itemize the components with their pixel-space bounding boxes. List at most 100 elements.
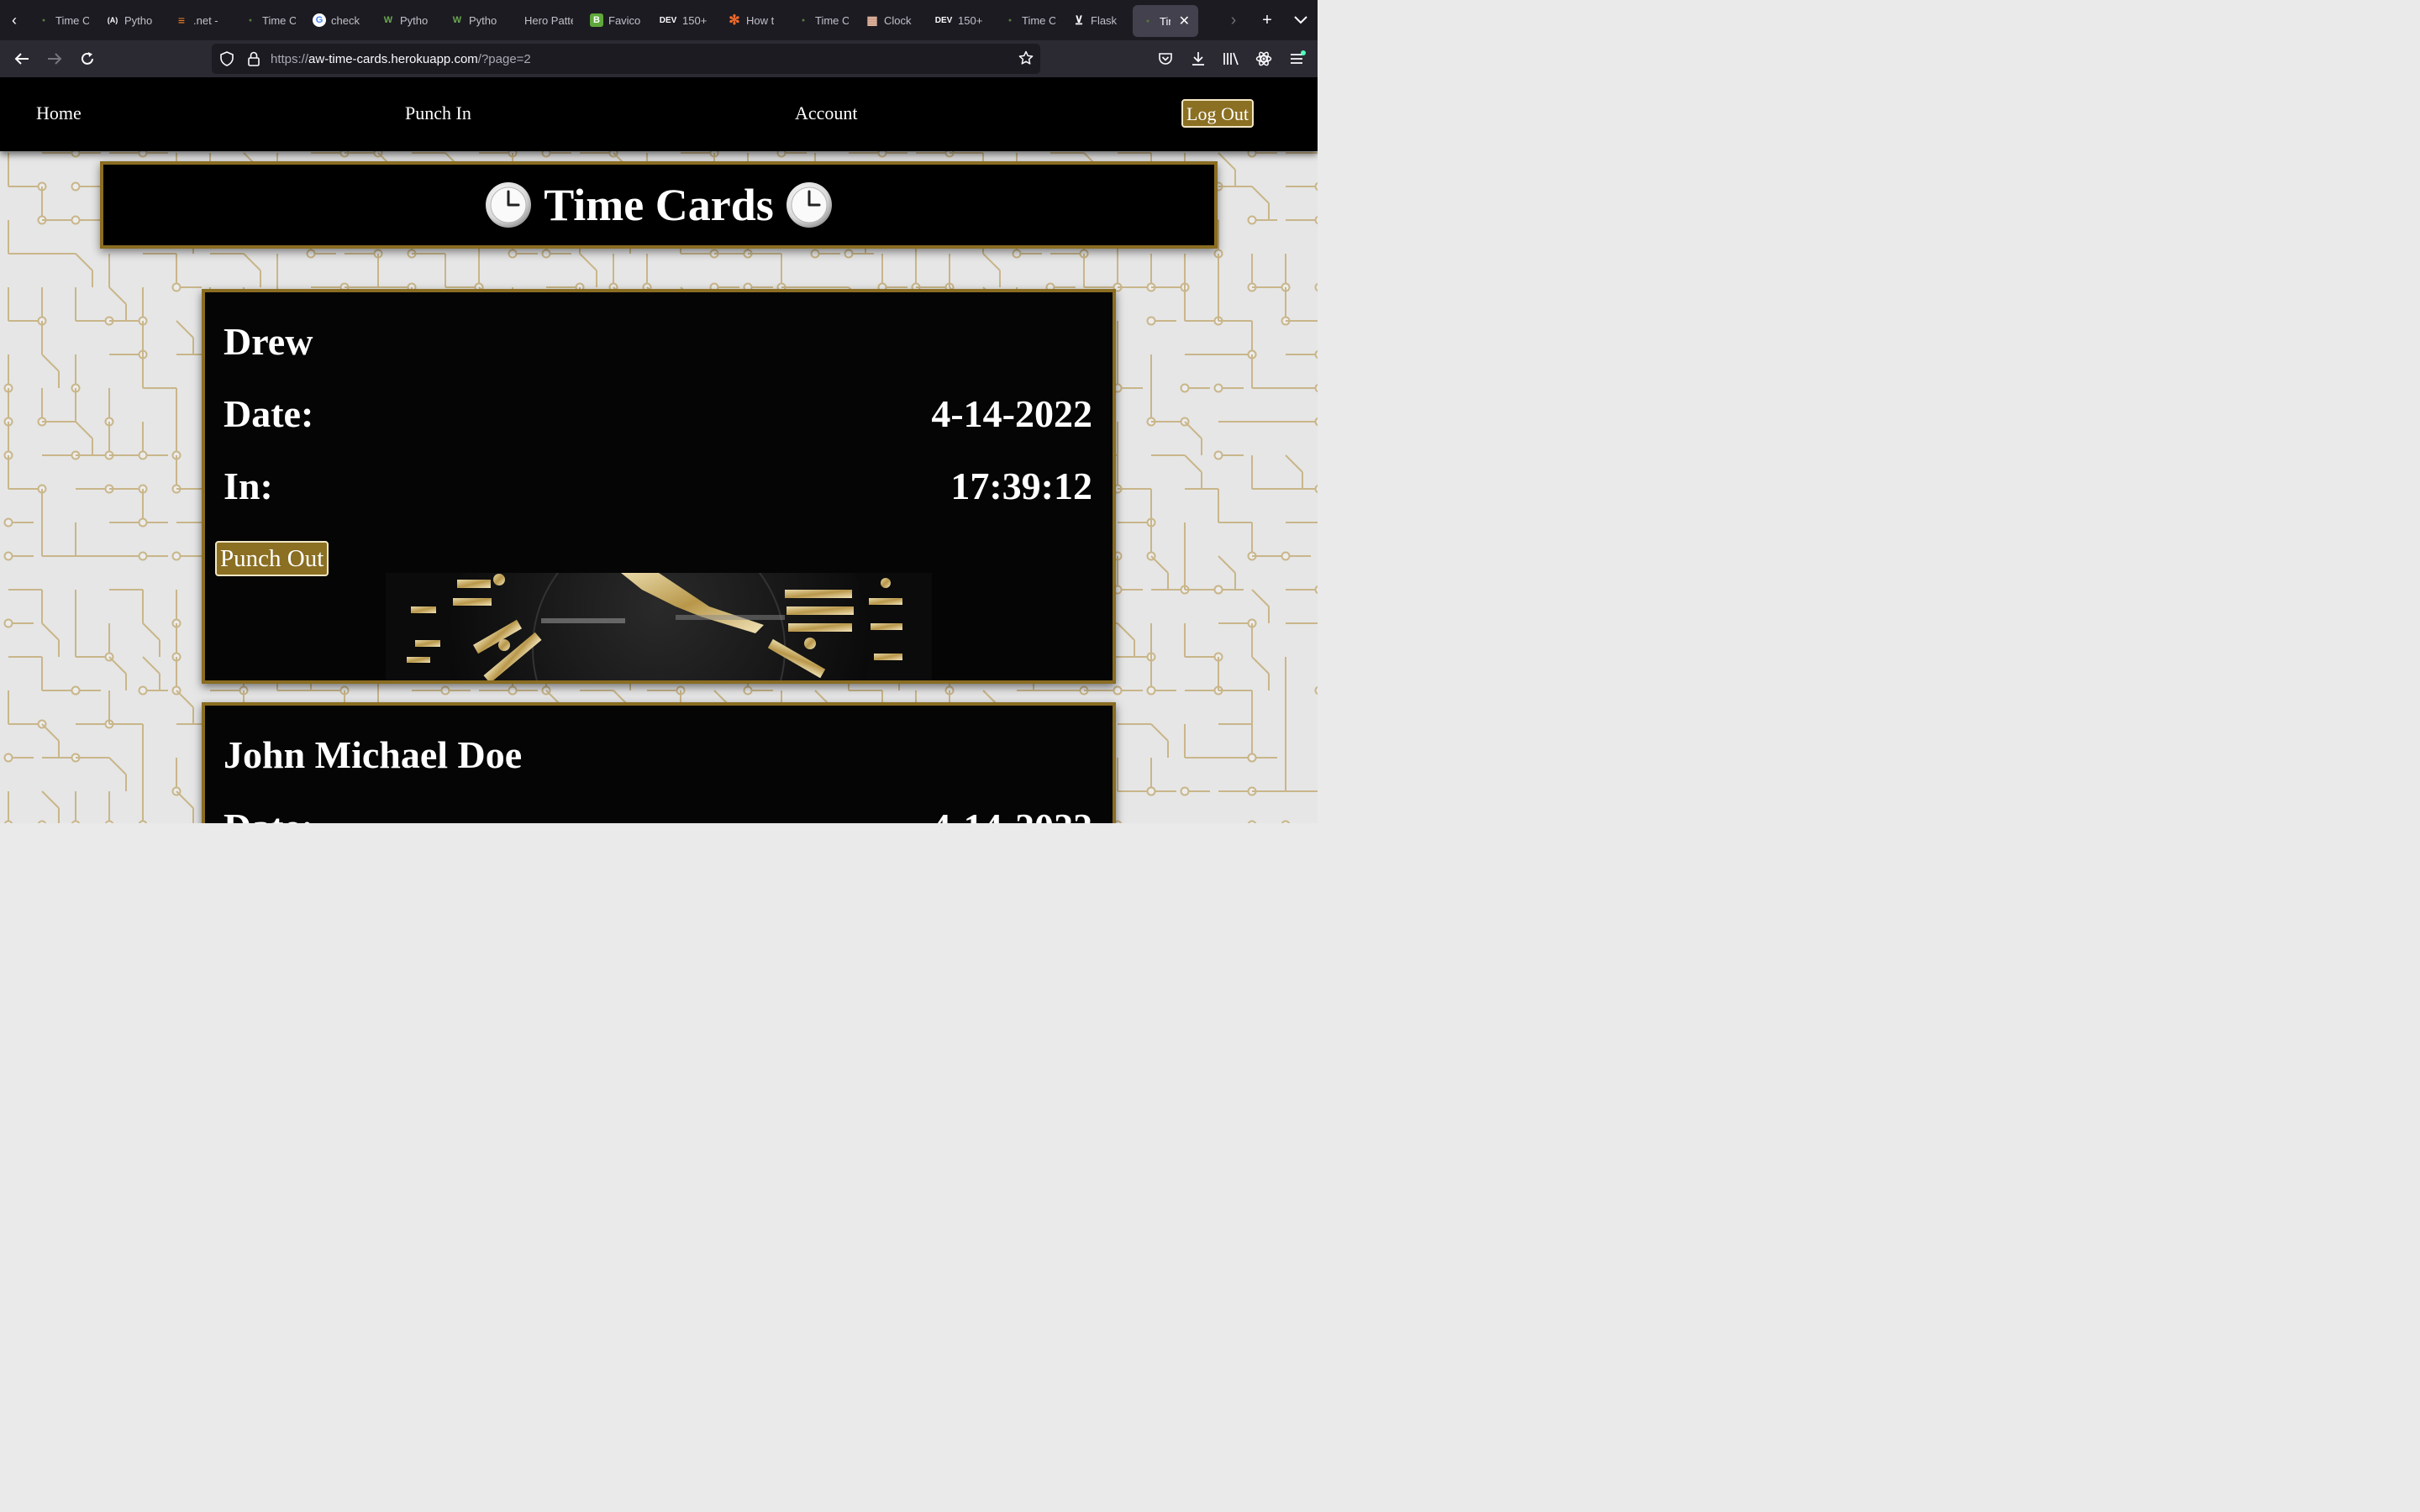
date-value: 4-14-2022 bbox=[931, 805, 1092, 823]
nav-account-link[interactable]: Account bbox=[795, 102, 858, 124]
browser-nav-bar: https://aw-time-cards.herokuapp.com/?pag… bbox=[0, 40, 1318, 77]
tab-strip: ● Time C (A) Pytho ≡ .net - ● Time C Gcheck W Pyth… bbox=[29, 0, 1198, 40]
page-title: Time Cards bbox=[544, 180, 774, 230]
browser-tab[interactable]: ⊻ Flask bbox=[1064, 3, 1133, 37]
tab-favicon-icon: ● bbox=[248, 17, 253, 24]
tab-title: Time C bbox=[262, 13, 296, 27]
tabbar-controls: › + bbox=[1217, 0, 1318, 40]
time-card: Drew Date: 4-14-2022 In: 17:39:12 Punch … bbox=[202, 289, 1116, 684]
tab-title: Hero Patte bbox=[524, 13, 573, 27]
tab-title: Time C bbox=[815, 13, 849, 27]
employee-name: John Michael Doe bbox=[224, 733, 523, 776]
library-icon[interactable] bbox=[1214, 40, 1247, 77]
tab-title: Pytho bbox=[400, 13, 429, 27]
browser-tab[interactable]: ▦ Clock bbox=[857, 3, 926, 37]
date-row: Date: 4-14-2022 bbox=[224, 805, 1092, 823]
browser-tab[interactable]: B Favico bbox=[581, 3, 650, 37]
punch-in-row: In: 17:39:12 bbox=[224, 464, 1092, 508]
browser-tab[interactable]: ✻ How t bbox=[719, 3, 788, 37]
date-label: Date: bbox=[224, 805, 313, 823]
log-out-button[interactable]: Log Out bbox=[1181, 99, 1254, 128]
tab-title: 150+ bbox=[682, 13, 708, 27]
tab-favicon-icon: W bbox=[452, 15, 462, 25]
url-text[interactable]: https://aw-time-cards.herokuapp.com/?pag… bbox=[271, 52, 531, 66]
punch-out-button[interactable]: Punch Out bbox=[215, 541, 329, 576]
tab-favicon-icon: ● bbox=[801, 17, 806, 24]
browser-tab[interactable]: W Pytho bbox=[373, 3, 442, 37]
tab-title: Time C bbox=[55, 13, 89, 27]
employee-name: Drew bbox=[224, 320, 313, 363]
bookmark-star-icon[interactable] bbox=[1018, 50, 1034, 70]
browser-tab[interactable]: ● Tim ✕ bbox=[1133, 5, 1198, 37]
tab-close-icon[interactable]: ✕ bbox=[1179, 13, 1190, 29]
tab-favicon-icon: ▦ bbox=[866, 13, 878, 27]
clock-icon bbox=[486, 182, 532, 228]
nav-punch-in-link[interactable]: Punch In bbox=[405, 102, 471, 124]
date-row: Date: 4-14-2022 bbox=[224, 391, 1092, 436]
tab-title: How t bbox=[746, 13, 775, 27]
app-menu-icon[interactable] bbox=[1280, 40, 1313, 77]
tab-favicon-icon: ● bbox=[1007, 17, 1013, 24]
browser-tab-bar: ‹ ● Time C (A) Pytho ≡ .net - ● Time C Gcheck W Py… bbox=[0, 0, 1318, 40]
shield-icon[interactable] bbox=[213, 51, 240, 66]
browser-tab[interactable]: DEV 150+ bbox=[926, 3, 995, 37]
tab-title: Favico bbox=[608, 13, 641, 27]
extensions-atom-icon[interactable] bbox=[1247, 40, 1280, 77]
url-path: /?page=2 bbox=[477, 51, 531, 66]
browser-tab[interactable]: ● Time C bbox=[235, 3, 304, 37]
clock-icon bbox=[786, 182, 832, 228]
reload-icon[interactable] bbox=[71, 40, 103, 77]
page-title-banner: Time Cards bbox=[100, 161, 1218, 249]
clock-face-art-image bbox=[386, 573, 932, 680]
in-label: In: bbox=[224, 465, 273, 507]
tab-favicon-icon: DEV bbox=[934, 15, 953, 25]
browser-tab[interactable]: Hero Patte bbox=[511, 3, 581, 37]
tab-scroll-right-icon[interactable]: › bbox=[1217, 0, 1250, 40]
lock-icon[interactable] bbox=[240, 51, 267, 66]
tab-title: Pytho bbox=[124, 13, 153, 27]
tab-favicon-icon: ≡ bbox=[177, 13, 186, 27]
browser-tab[interactable]: W Pytho bbox=[442, 3, 511, 37]
url-scheme: https:// bbox=[271, 51, 309, 66]
nav-home-link[interactable]: Home bbox=[36, 102, 82, 124]
tab-favicon-icon: ⊻ bbox=[1074, 13, 1084, 27]
tab-favicon-icon: W bbox=[383, 15, 393, 25]
browser-tab[interactable]: ≡ .net - bbox=[166, 3, 235, 37]
browser-tab[interactable]: ● Time C bbox=[788, 3, 857, 37]
browser-tab[interactable]: DEV 150+ bbox=[650, 3, 719, 37]
time-card: John Michael Doe Date: 4-14-2022 bbox=[202, 702, 1116, 823]
tab-title: check bbox=[331, 13, 360, 27]
browser-tab[interactable]: (A) Pytho bbox=[97, 3, 166, 37]
tab-favicon-icon: ● bbox=[41, 17, 46, 24]
browser-tab[interactable]: ● Time C bbox=[995, 3, 1064, 37]
tab-title: Pytho bbox=[469, 13, 497, 27]
url-bar[interactable]: https://aw-time-cards.herokuapp.com/?pag… bbox=[212, 44, 1040, 74]
date-label: Date: bbox=[224, 392, 314, 435]
update-badge bbox=[1301, 50, 1306, 55]
tab-title: .net - bbox=[193, 13, 218, 27]
tab-scroll-left-icon[interactable]: ‹ bbox=[0, 0, 29, 40]
tab-title: Time C bbox=[1022, 13, 1055, 27]
tab-favicon-icon: G bbox=[313, 13, 326, 27]
downloads-icon[interactable] bbox=[1181, 40, 1214, 77]
tab-title: Tim bbox=[1160, 14, 1171, 28]
new-tab-icon[interactable]: + bbox=[1250, 0, 1284, 40]
tab-favicon-icon: DEV bbox=[659, 15, 677, 25]
url-host: aw-time-cards.herokuapp.com bbox=[308, 51, 478, 66]
tab-favicon-icon: ● bbox=[1145, 18, 1150, 24]
site-navbar: Home Punch In Account Log Out bbox=[0, 77, 1318, 151]
pocket-icon[interactable] bbox=[1149, 40, 1181, 77]
list-all-tabs-icon[interactable] bbox=[1284, 0, 1318, 40]
date-value: 4-14-2022 bbox=[931, 392, 1092, 435]
forward-icon[interactable] bbox=[38, 40, 71, 77]
tab-title: Flask bbox=[1091, 13, 1118, 27]
browser-tab[interactable]: ● Time C bbox=[29, 3, 97, 37]
tab-title: Clock bbox=[884, 13, 912, 27]
page-content: Home Punch In Account Log Out Time Cards… bbox=[0, 77, 1318, 823]
tab-favicon-icon: B bbox=[590, 13, 603, 27]
tab-title: 150+ bbox=[958, 13, 983, 27]
tab-favicon-icon: (A) bbox=[107, 16, 118, 24]
browser-tab[interactable]: Gcheck bbox=[304, 3, 373, 37]
back-icon[interactable] bbox=[5, 40, 38, 77]
tab-favicon-icon: ✻ bbox=[729, 13, 740, 28]
